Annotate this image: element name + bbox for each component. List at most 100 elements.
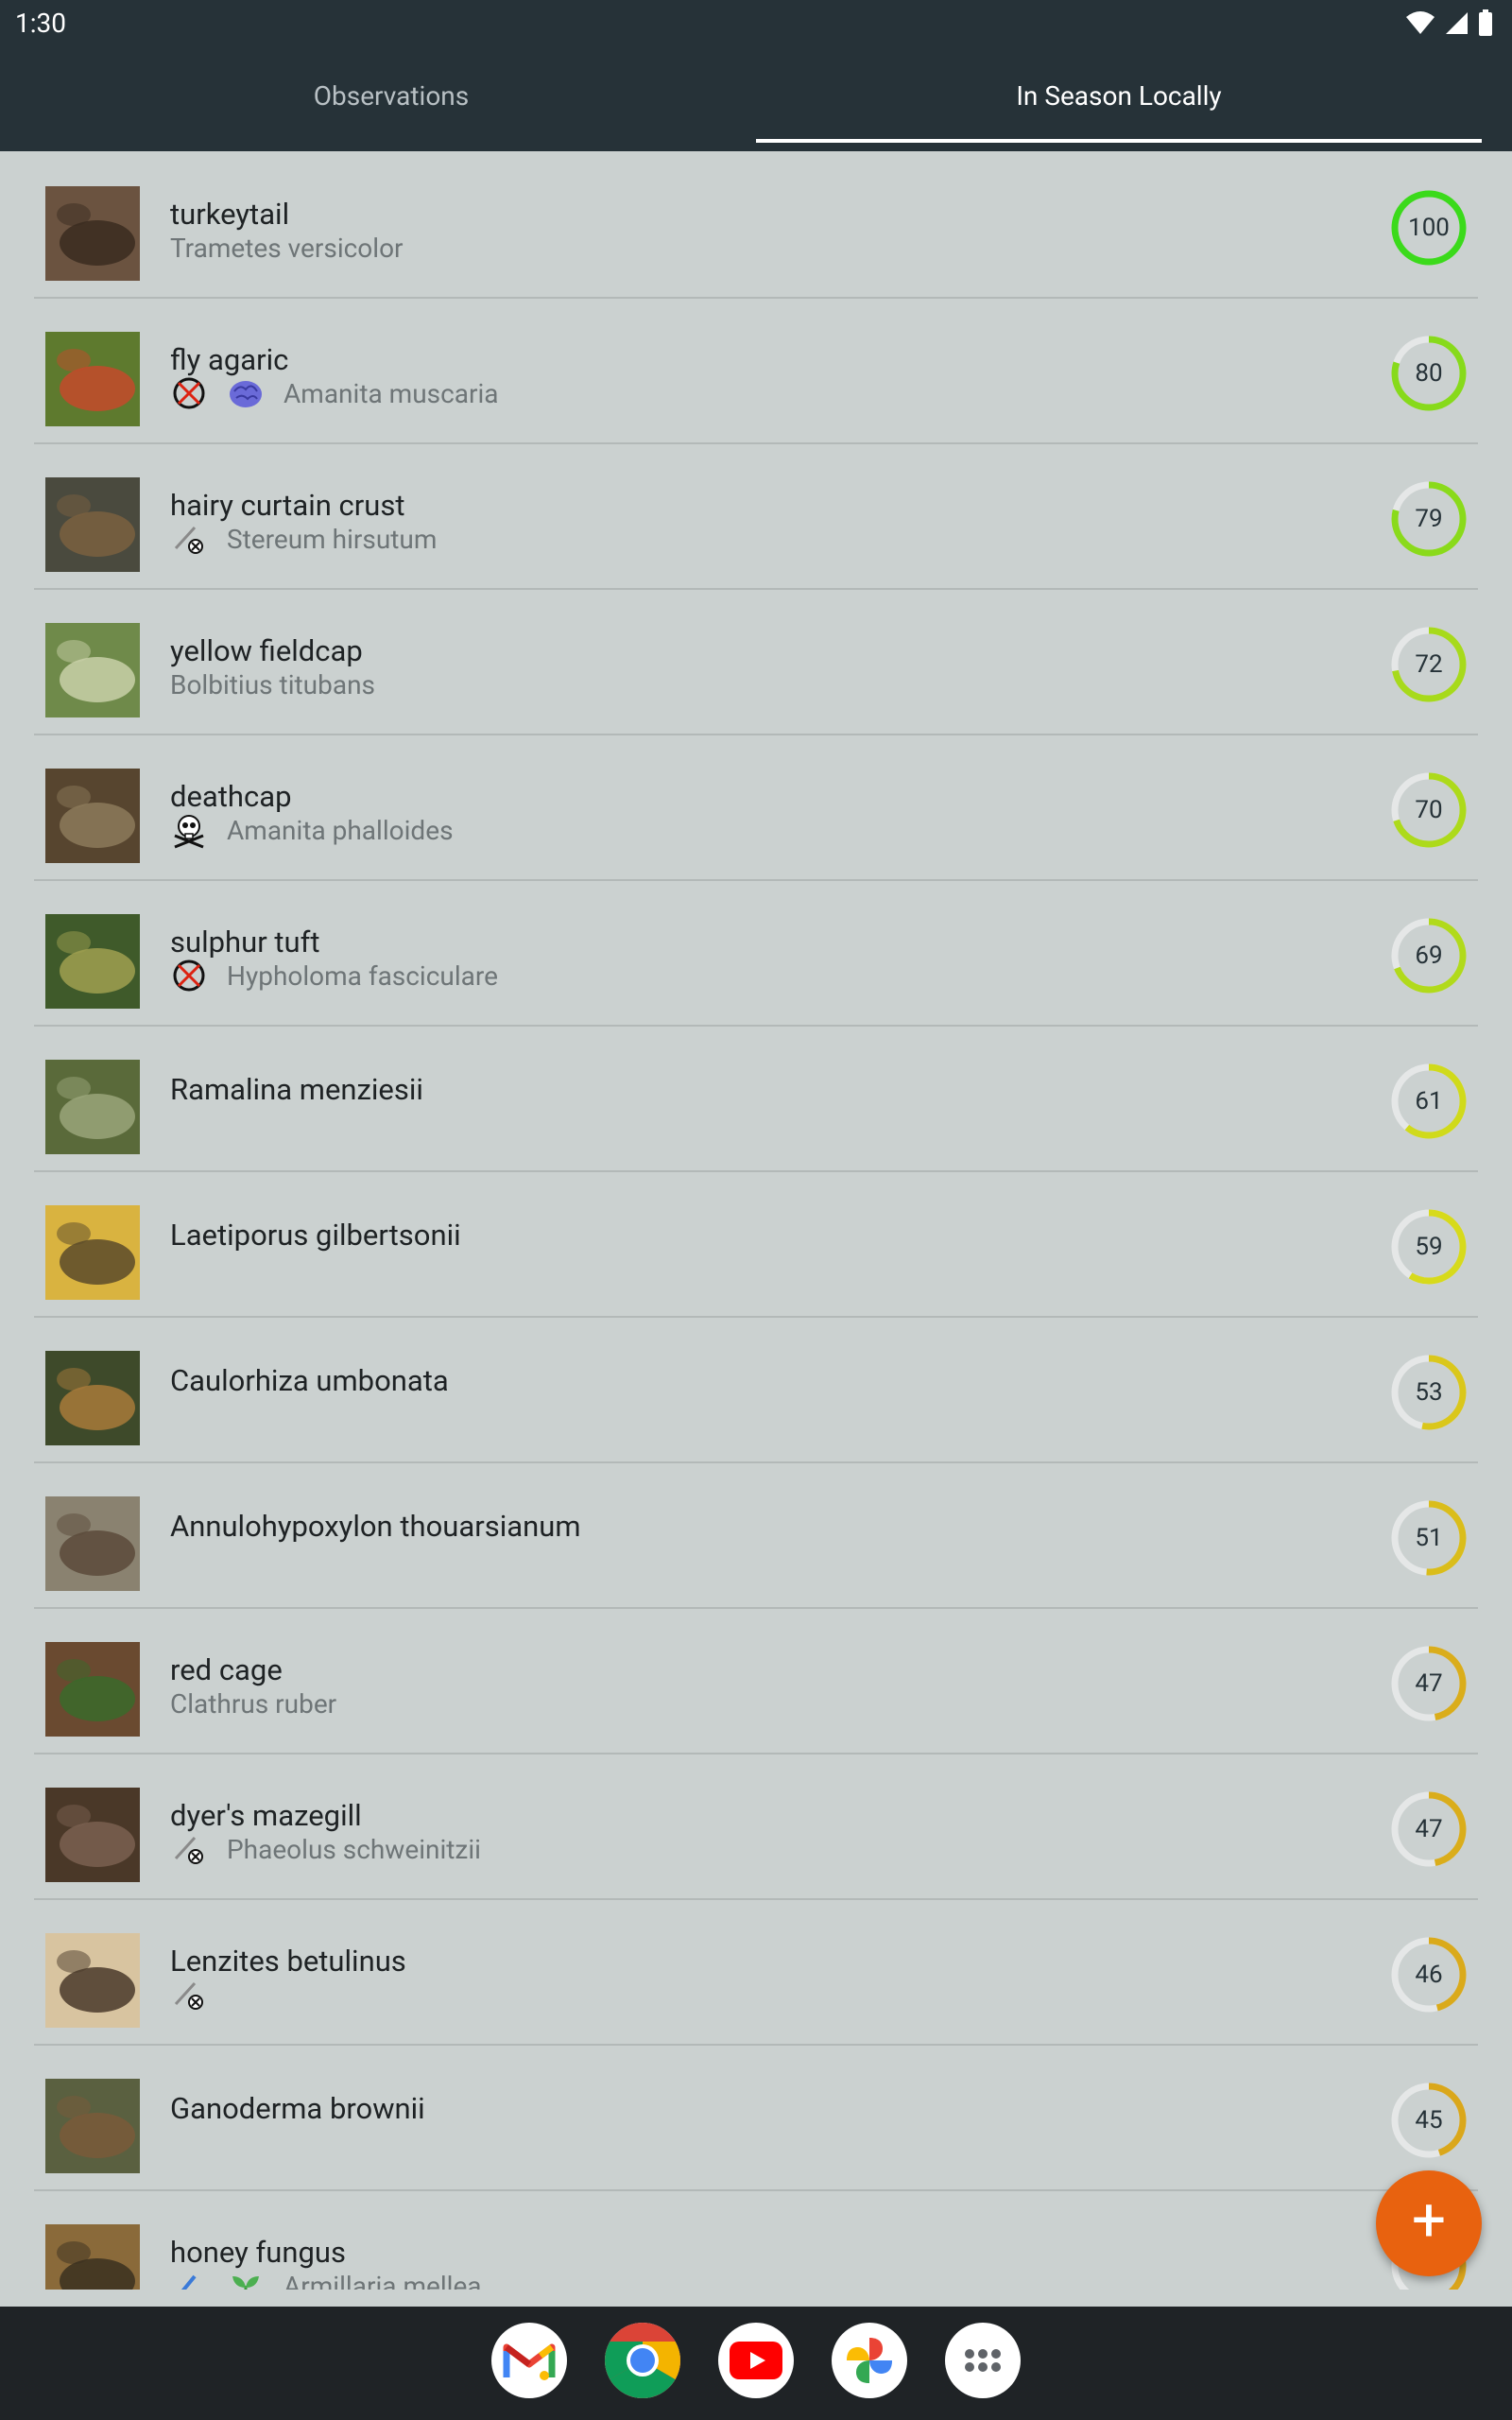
species-common-name: Laetiporus gilbertsonii (170, 1218, 461, 1253)
species-photo (45, 1933, 140, 2028)
season-score-value: 59 (1415, 1233, 1443, 1261)
species-row[interactable]: red cage Clathrus ruber 47 (34, 1607, 1478, 1754)
app-drawer-icon[interactable] (945, 2323, 1021, 2398)
species-common-name: turkeytail (170, 197, 290, 232)
season-score-value: 47 (1415, 1669, 1443, 1698)
edible-sprout-icon (232, 2276, 259, 2290)
species-row[interactable]: Annulohypoxylon thouarsianum 51 (34, 1461, 1478, 1609)
season-score-value: 61 (1415, 1087, 1443, 1115)
no-dye-icon (174, 1836, 203, 1864)
species-subline: Hypholoma fasciculare (170, 957, 498, 994)
species-photo (45, 186, 140, 281)
species-common-name: Ramalina menziesii (170, 1072, 423, 1107)
gmail-icon[interactable] (491, 2323, 567, 2398)
species-subline: Clathrus ruber (170, 1685, 336, 1722)
species-subline: Bolbitius titubans (170, 666, 375, 703)
species-row[interactable]: Ramalina menziesii 61 (34, 1025, 1478, 1172)
species-subline: Amanita phalloides (170, 811, 454, 849)
species-common-name: honey fungus (170, 2235, 346, 2270)
season-score-value: 53 (1415, 1378, 1443, 1407)
species-photo (45, 1788, 140, 1882)
no-dye-icon (174, 1981, 203, 2010)
season-score-value: 72 (1415, 650, 1443, 679)
season-score-value: 47 (1415, 1815, 1443, 1843)
species-common-name: dyer's mazegill (170, 1798, 362, 1833)
status-icons (1406, 9, 1493, 36)
species-common-name: hairy curtain crust (170, 488, 405, 523)
species-scientific-name: Trametes versicolor (170, 232, 404, 264)
species-scientific-name: Amanita muscaria (284, 377, 499, 409)
species-photo (45, 1496, 140, 1591)
species-photo (45, 477, 140, 572)
species-subline (170, 1976, 208, 2014)
tab-in-season-locally[interactable]: In Season Locally (756, 47, 1482, 151)
species-photo (45, 914, 140, 1009)
add-observation-button[interactable]: + (1376, 2170, 1482, 2276)
species-subline: Armillaria mellea (170, 2267, 482, 2290)
species-row[interactable]: deathcap Amanita phalloides 70 (34, 734, 1478, 881)
species-row[interactable]: Laetiporus gilbertsonii 59 (34, 1170, 1478, 1318)
skull-crossbones-icon (174, 815, 204, 849)
season-score-value: 51 (1415, 1524, 1443, 1552)
species-photo (45, 1205, 140, 1300)
species-row[interactable]: Ganoderma brownii 45 (34, 2044, 1478, 2191)
species-row[interactable]: dyer's mazegill Phaeolus schweinitzii 47 (34, 1753, 1478, 1900)
season-score-value: 80 (1415, 359, 1443, 388)
photos-icon[interactable] (832, 2323, 907, 2398)
cellular-signal-icon (1446, 12, 1468, 34)
season-score-value: 70 (1415, 796, 1443, 824)
species-scientific-name: Amanita phalloides (227, 814, 454, 846)
species-common-name: yellow fieldcap (170, 633, 363, 668)
species-photo (45, 769, 140, 863)
species-common-name: deathcap (170, 779, 292, 814)
species-row[interactable]: honey fungusArmillaria mellea44 (34, 2189, 1478, 2290)
youtube-icon[interactable] (718, 2323, 794, 2398)
no-dye-icon (174, 526, 203, 554)
species-photo (45, 1351, 140, 1445)
species-row[interactable]: hairy curtain crust Stereum hirsutum 79 (34, 442, 1478, 590)
species-photo (45, 2224, 140, 2290)
season-score-value: 45 (1415, 2106, 1443, 2135)
dye-icon (180, 2274, 197, 2290)
species-scientific-name: Armillaria mellea (284, 2270, 482, 2290)
status-time: 1:30 (15, 8, 66, 39)
species-row[interactable]: Caulorhiza umbonata 53 (34, 1316, 1478, 1463)
species-subline: Amanita muscaria (170, 374, 499, 412)
species-common-name: Ganoderma brownii (170, 2091, 425, 2126)
species-scientific-name: Stereum hirsutum (227, 523, 438, 555)
species-photo (45, 332, 140, 426)
species-common-name: sulphur tuft (170, 925, 320, 959)
wifi-icon (1406, 11, 1435, 34)
species-scientific-name: Phaeolus schweinitzii (227, 1833, 481, 1865)
season-score-value: 69 (1415, 942, 1443, 970)
species-scientific-name: Bolbitius titubans (170, 668, 375, 700)
species-common-name: Annulohypoxylon thouarsianum (170, 1509, 581, 1544)
not-edible-icon (173, 377, 205, 409)
tab-bar: Observations In Season Locally (0, 47, 1512, 151)
species-photo (45, 1060, 140, 1154)
species-photo (45, 2079, 140, 2173)
season-score-value: 79 (1415, 505, 1443, 533)
season-score-value: 46 (1415, 1961, 1443, 1989)
species-common-name: red cage (170, 1652, 283, 1687)
species-row[interactable]: sulphur tuft Hypholoma fasciculare 69 (34, 879, 1478, 1027)
species-row[interactable]: turkeytail Trametes versicolor 100 (34, 151, 1478, 299)
species-row[interactable]: fly agaric Amanita muscaria 80 (34, 297, 1478, 444)
tab-observations[interactable]: Observations (28, 47, 754, 151)
species-scientific-name: Hypholoma fasciculare (227, 959, 498, 992)
chrome-icon[interactable] (605, 2323, 680, 2398)
species-photo (45, 1642, 140, 1737)
season-score-value: 100 (1408, 214, 1450, 242)
psychoactive-brain-icon (230, 381, 262, 407)
not-edible-icon (173, 959, 205, 992)
species-row[interactable]: yellow fieldcap Bolbitius titubans 72 (34, 588, 1478, 735)
battery-icon (1479, 9, 1492, 36)
species-photo (45, 623, 140, 717)
app-dock (491, 2323, 1021, 2398)
species-common-name: Caulorhiza umbonata (170, 1363, 449, 1398)
species-list[interactable]: turkeytail Trametes versicolor 100 fly agar… (0, 151, 1512, 2290)
status-bar: 1:30 (0, 0, 1512, 47)
species-scientific-name: Clathrus ruber (170, 1687, 337, 1720)
species-common-name: fly agaric (170, 342, 289, 377)
species-row[interactable]: Lenzites betulinus 46 (34, 1898, 1478, 2046)
